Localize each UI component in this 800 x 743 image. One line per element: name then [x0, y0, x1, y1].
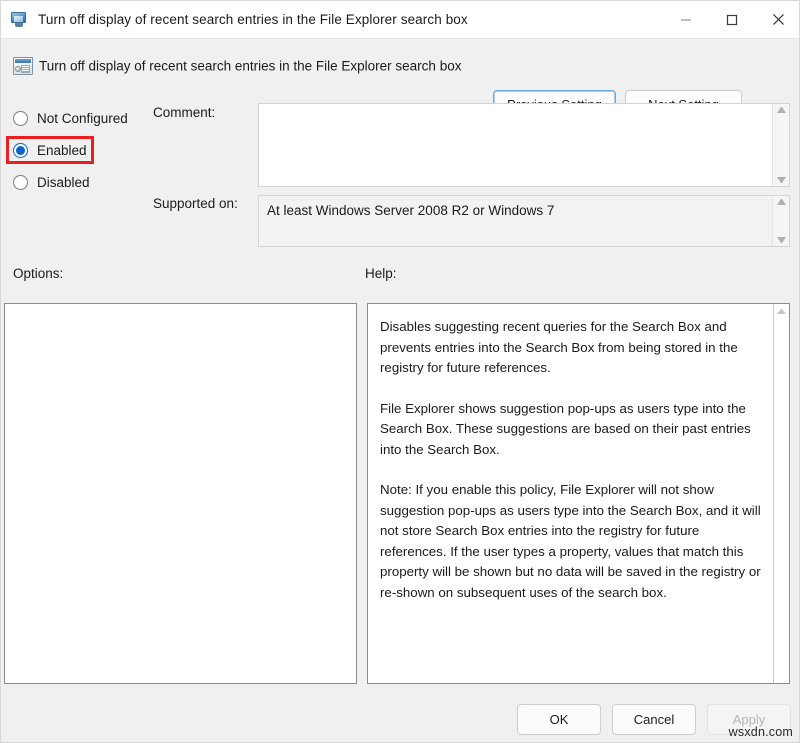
- radio-enabled-label: Enabled: [37, 142, 87, 158]
- radio-circle-selected-icon: [13, 142, 28, 158]
- radio-not-configured-label: Not Configured: [37, 110, 128, 126]
- cancel-button[interactable]: Cancel: [612, 704, 696, 735]
- window-title: Turn off display of recent search entrie…: [38, 12, 468, 27]
- group-policy-setting-icon: [13, 57, 33, 75]
- triangle-up-icon[interactable]: [776, 199, 786, 205]
- radio-not-configured[interactable]: Not Configured: [13, 105, 163, 131]
- comment-input[interactable]: [259, 104, 772, 186]
- options-label: Options:: [13, 266, 64, 281]
- title-bar: Turn off display of recent search entrie…: [1, 1, 799, 38]
- radio-enabled[interactable]: Enabled: [13, 137, 163, 163]
- close-button[interactable]: [755, 1, 799, 38]
- watermark: wsxdn.com: [728, 725, 793, 739]
- setting-state-radio-group: Not Configured Enabled Disabled: [13, 105, 163, 201]
- triangle-down-icon[interactable]: [776, 237, 786, 243]
- help-paragraph: Note: If you enable this policy, File Ex…: [380, 482, 761, 600]
- options-panel[interactable]: [4, 303, 357, 684]
- group-policy-setting-dialog: Turn off display of recent search entrie…: [0, 0, 800, 743]
- help-paragraph: Disables suggesting recent queries for t…: [380, 319, 738, 375]
- minimize-button[interactable]: [663, 1, 709, 38]
- policy-monitor-icon: [11, 11, 28, 28]
- comment-label: Comment:: [153, 105, 216, 120]
- help-paragraph: File Explorer shows suggestion pop-ups a…: [380, 400, 751, 457]
- triangle-down-icon[interactable]: [776, 177, 786, 183]
- triangle-up-icon[interactable]: [776, 107, 786, 113]
- radio-circle-icon: [13, 110, 28, 126]
- radio-disabled-label: Disabled: [37, 174, 90, 190]
- triangle-up-icon[interactable]: [777, 308, 786, 314]
- supported-on-label: Supported on:: [153, 196, 238, 211]
- comment-field-container[interactable]: [258, 103, 790, 187]
- supported-on-value: At least Windows Server 2008 R2 or Windo…: [267, 203, 555, 218]
- radio-circle-icon: [13, 174, 28, 190]
- supported-on-scrollbar[interactable]: [772, 196, 789, 246]
- supported-on-field-container: At least Windows Server 2008 R2 or Windo…: [258, 195, 790, 247]
- help-panel: Disables suggesting recent queries for t…: [367, 303, 790, 684]
- radio-disabled[interactable]: Disabled: [13, 169, 163, 195]
- maximize-button[interactable]: [709, 1, 755, 38]
- ok-button[interactable]: OK: [517, 704, 601, 735]
- help-text-content: Disables suggesting recent queries for t…: [368, 304, 773, 683]
- setting-title: Turn off display of recent search entrie…: [39, 58, 462, 74]
- help-label: Help:: [365, 266, 397, 281]
- help-scrollbar[interactable]: [773, 304, 789, 683]
- comment-scrollbar[interactable]: [772, 104, 789, 186]
- window-controls: [663, 1, 799, 38]
- setting-header: Turn off display of recent search entrie…: [1, 38, 799, 119]
